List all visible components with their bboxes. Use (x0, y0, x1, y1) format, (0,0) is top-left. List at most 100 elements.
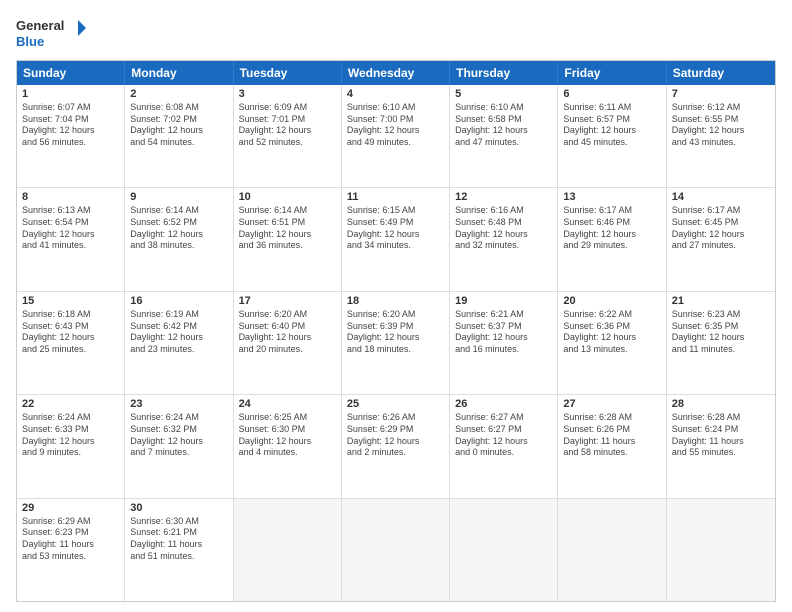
daylight-text: Daylight: 11 hours (22, 539, 119, 551)
daylight-text: Daylight: 12 hours (563, 229, 660, 241)
sunrise-text: Sunrise: 6:10 AM (455, 102, 552, 114)
sunset-text: Sunset: 7:00 PM (347, 114, 444, 126)
daylight-text: Daylight: 12 hours (672, 125, 770, 137)
daylight-extra: and 4 minutes. (239, 447, 336, 459)
sunrise-text: Sunrise: 6:07 AM (22, 102, 119, 114)
sunrise-text: Sunrise: 6:12 AM (672, 102, 770, 114)
calendar-row: 15 Sunrise: 6:18 AM Sunset: 6:43 PM Dayl… (17, 292, 775, 395)
calendar-cell: 8 Sunrise: 6:13 AM Sunset: 6:54 PM Dayli… (17, 188, 125, 290)
sunrise-text: Sunrise: 6:28 AM (563, 412, 660, 424)
calendar-cell: 26 Sunrise: 6:27 AM Sunset: 6:27 PM Dayl… (450, 395, 558, 497)
calendar-cell: 14 Sunrise: 6:17 AM Sunset: 6:45 PM Dayl… (667, 188, 775, 290)
sunset-text: Sunset: 6:36 PM (563, 321, 660, 333)
daylight-text: Daylight: 12 hours (239, 436, 336, 448)
calendar-cell: 18 Sunrise: 6:20 AM Sunset: 6:39 PM Dayl… (342, 292, 450, 394)
calendar-cell (450, 499, 558, 601)
daylight-extra: and 58 minutes. (563, 447, 660, 459)
calendar-cell: 25 Sunrise: 6:26 AM Sunset: 6:29 PM Dayl… (342, 395, 450, 497)
daylight-extra: and 36 minutes. (239, 240, 336, 252)
daylight-text: Daylight: 11 hours (672, 436, 770, 448)
sunrise-text: Sunrise: 6:18 AM (22, 309, 119, 321)
calendar-header-wednesday: Wednesday (342, 61, 450, 85)
calendar-cell: 7 Sunrise: 6:12 AM Sunset: 6:55 PM Dayli… (667, 85, 775, 187)
daylight-text: Daylight: 12 hours (347, 332, 444, 344)
sunset-text: Sunset: 6:57 PM (563, 114, 660, 126)
sunrise-text: Sunrise: 6:29 AM (22, 516, 119, 528)
sunset-text: Sunset: 6:45 PM (672, 217, 770, 229)
sunrise-text: Sunrise: 6:30 AM (130, 516, 227, 528)
day-number: 13 (563, 191, 660, 203)
calendar-header-monday: Monday (125, 61, 233, 85)
daylight-extra: and 54 minutes. (130, 137, 227, 149)
calendar-cell (558, 499, 666, 601)
sunset-text: Sunset: 6:23 PM (22, 527, 119, 539)
sunset-text: Sunset: 6:39 PM (347, 321, 444, 333)
sunset-text: Sunset: 6:37 PM (455, 321, 552, 333)
calendar-cell: 16 Sunrise: 6:19 AM Sunset: 6:42 PM Dayl… (125, 292, 233, 394)
calendar-cell: 11 Sunrise: 6:15 AM Sunset: 6:49 PM Dayl… (342, 188, 450, 290)
sunset-text: Sunset: 6:55 PM (672, 114, 770, 126)
sunset-text: Sunset: 6:29 PM (347, 424, 444, 436)
day-number: 26 (455, 398, 552, 410)
sunrise-text: Sunrise: 6:11 AM (563, 102, 660, 114)
calendar-cell: 1 Sunrise: 6:07 AM Sunset: 7:04 PM Dayli… (17, 85, 125, 187)
calendar-header-row: SundayMondayTuesdayWednesdayThursdayFrid… (17, 61, 775, 85)
sunrise-text: Sunrise: 6:15 AM (347, 205, 444, 217)
day-number: 7 (672, 88, 770, 100)
daylight-extra: and 29 minutes. (563, 240, 660, 252)
sunrise-text: Sunrise: 6:27 AM (455, 412, 552, 424)
day-number: 30 (130, 502, 227, 514)
sunrise-text: Sunrise: 6:20 AM (239, 309, 336, 321)
daylight-extra: and 53 minutes. (22, 551, 119, 563)
sunrise-text: Sunrise: 6:19 AM (130, 309, 227, 321)
daylight-text: Daylight: 12 hours (130, 125, 227, 137)
daylight-text: Daylight: 12 hours (347, 229, 444, 241)
daylight-text: Daylight: 12 hours (130, 229, 227, 241)
svg-text:General: General (16, 18, 64, 33)
calendar-cell: 9 Sunrise: 6:14 AM Sunset: 6:52 PM Dayli… (125, 188, 233, 290)
calendar-header-friday: Friday (558, 61, 666, 85)
daylight-text: Daylight: 12 hours (347, 125, 444, 137)
sunset-text: Sunset: 6:58 PM (455, 114, 552, 126)
daylight-extra: and 38 minutes. (130, 240, 227, 252)
sunrise-text: Sunrise: 6:21 AM (455, 309, 552, 321)
calendar-cell: 17 Sunrise: 6:20 AM Sunset: 6:40 PM Dayl… (234, 292, 342, 394)
calendar-cell: 22 Sunrise: 6:24 AM Sunset: 6:33 PM Dayl… (17, 395, 125, 497)
sunset-text: Sunset: 6:26 PM (563, 424, 660, 436)
sunrise-text: Sunrise: 6:16 AM (455, 205, 552, 217)
logo-svg: General Blue (16, 12, 86, 52)
calendar-cell: 3 Sunrise: 6:09 AM Sunset: 7:01 PM Dayli… (234, 85, 342, 187)
calendar-cell: 21 Sunrise: 6:23 AM Sunset: 6:35 PM Dayl… (667, 292, 775, 394)
sunset-text: Sunset: 6:24 PM (672, 424, 770, 436)
sunset-text: Sunset: 6:52 PM (130, 217, 227, 229)
sunset-text: Sunset: 6:48 PM (455, 217, 552, 229)
logo: General Blue (16, 12, 86, 52)
day-number: 20 (563, 295, 660, 307)
sunrise-text: Sunrise: 6:22 AM (563, 309, 660, 321)
daylight-extra: and 27 minutes. (672, 240, 770, 252)
day-number: 18 (347, 295, 444, 307)
daylight-text: Daylight: 11 hours (563, 436, 660, 448)
sunset-text: Sunset: 7:04 PM (22, 114, 119, 126)
calendar-cell: 6 Sunrise: 6:11 AM Sunset: 6:57 PM Dayli… (558, 85, 666, 187)
calendar-cell (234, 499, 342, 601)
day-number: 17 (239, 295, 336, 307)
daylight-extra: and 55 minutes. (672, 447, 770, 459)
sunrise-text: Sunrise: 6:26 AM (347, 412, 444, 424)
daylight-text: Daylight: 12 hours (239, 229, 336, 241)
calendar-cell: 12 Sunrise: 6:16 AM Sunset: 6:48 PM Dayl… (450, 188, 558, 290)
calendar-row: 22 Sunrise: 6:24 AM Sunset: 6:33 PM Dayl… (17, 395, 775, 498)
daylight-text: Daylight: 12 hours (672, 332, 770, 344)
sunset-text: Sunset: 6:33 PM (22, 424, 119, 436)
daylight-extra: and 20 minutes. (239, 344, 336, 356)
day-number: 28 (672, 398, 770, 410)
daylight-extra: and 49 minutes. (347, 137, 444, 149)
sunrise-text: Sunrise: 6:25 AM (239, 412, 336, 424)
calendar-cell: 29 Sunrise: 6:29 AM Sunset: 6:23 PM Dayl… (17, 499, 125, 601)
day-number: 14 (672, 191, 770, 203)
daylight-extra: and 56 minutes. (22, 137, 119, 149)
calendar-cell: 2 Sunrise: 6:08 AM Sunset: 7:02 PM Dayli… (125, 85, 233, 187)
daylight-extra: and 41 minutes. (22, 240, 119, 252)
calendar-cell: 30 Sunrise: 6:30 AM Sunset: 6:21 PM Dayl… (125, 499, 233, 601)
sunset-text: Sunset: 6:30 PM (239, 424, 336, 436)
